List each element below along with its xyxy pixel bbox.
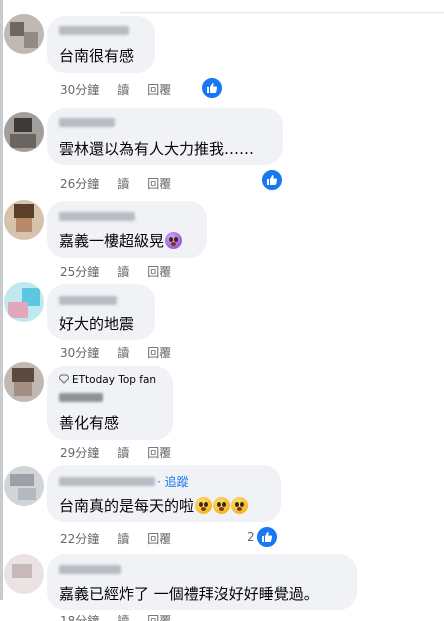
reply-action[interactable]: 回覆 [147, 263, 171, 280]
commenter-name[interactable] [59, 296, 117, 305]
emoji-icon [195, 497, 213, 514]
top-divider [120, 12, 444, 13]
comment-text: 嘉義已經炸了 一個禮拜沒好好睡覺過。 [59, 585, 319, 603]
comment-time[interactable]: 18分鐘 [60, 612, 99, 621]
emoji-icon [231, 497, 249, 514]
comment-text-content: 台南真的是每天的啦 [59, 497, 195, 515]
avatar[interactable] [4, 466, 44, 506]
reply-action[interactable]: 回覆 [147, 344, 171, 361]
like-action[interactable]: 讀 [117, 530, 129, 547]
comment-meta: 26分鐘 讀 回覆 [60, 175, 189, 192]
reply-action[interactable]: 回覆 [147, 81, 171, 98]
avatar[interactable] [4, 14, 44, 54]
like-action[interactable]: 讀 [117, 263, 129, 280]
comment-time[interactable]: 30分鐘 [60, 81, 99, 98]
comment-time[interactable]: 30分鐘 [60, 344, 99, 361]
comment-meta: 29分鐘 讀 回覆 [60, 444, 189, 461]
avatar[interactable] [4, 362, 44, 402]
comment-text: 嘉義一樓超級晃 [59, 230, 183, 251]
follow-link[interactable]: · 追蹤 [157, 473, 189, 490]
comment-bubble: ETtoday Top fan 善化有感 [47, 366, 173, 440]
avatar[interactable] [4, 282, 44, 322]
reply-action[interactable]: 回覆 [147, 175, 171, 192]
reply-action[interactable]: 回覆 [147, 530, 171, 547]
comment-time[interactable]: 26分鐘 [60, 175, 99, 192]
comment-bubble: 雲林還以為有人大力推我…… [47, 108, 283, 165]
emoji-icon [165, 232, 183, 249]
comment-meta: 30分鐘 讀 回覆 [60, 81, 189, 98]
comment-meta: 30分鐘 讀 回覆 [60, 344, 189, 361]
avatar[interactable] [4, 554, 44, 594]
comment-bubble: 台南很有感 [47, 16, 155, 73]
comment-meta: 18分鐘 讀 回覆 [60, 612, 189, 621]
comment-meta: 22分鐘 讀 回覆 [60, 530, 189, 547]
comment-feed: 台南很有感 30分鐘讀回覆 雲林還以為有人大力推我…… 26分鐘讀回覆 嘉義一樓… [0, 0, 444, 621]
reaction-count[interactable]: 2 [247, 530, 255, 544]
commenter-name[interactable] [59, 393, 103, 402]
diamond-icon [59, 374, 69, 384]
comment-text: 好大的地震 [59, 315, 135, 333]
thread-rule [0, 0, 3, 600]
like-action[interactable]: 讀 [117, 175, 129, 192]
comment-bubble: 好大的地震 [47, 284, 155, 340]
comment-text: 台南很有感 [59, 47, 135, 65]
comment-text-content: 嘉義一樓超級晃 [59, 232, 165, 250]
comment-bubble: 嘉義已經炸了 一個禮拜沒好好睡覺過。 [47, 554, 357, 610]
comment-time[interactable]: 22分鐘 [60, 530, 99, 547]
comment-bubble: 嘉義一樓超級晃 [47, 201, 207, 258]
like-reaction-icon[interactable] [200, 76, 224, 100]
comment-text: 善化有感 [59, 414, 120, 432]
commenter-name[interactable] [59, 565, 121, 574]
avatar[interactable] [4, 112, 44, 152]
comment-text: 台南真的是每天的啦 [59, 495, 249, 516]
commenter-name[interactable] [59, 118, 115, 127]
like-action[interactable]: 讀 [117, 81, 129, 98]
like-action[interactable]: 讀 [117, 612, 129, 621]
commenter-name[interactable] [59, 477, 155, 486]
like-reaction-icon[interactable] [260, 168, 284, 192]
comment-meta: 25分鐘 讀 回覆 [60, 263, 189, 280]
comment-bubble: · 追蹤 台南真的是每天的啦 [47, 465, 281, 522]
commenter-name[interactable] [59, 26, 129, 35]
badge-label: ETtoday Top fan [72, 374, 157, 386]
comment-time[interactable]: 29分鐘 [60, 444, 99, 461]
commenter-name[interactable] [59, 212, 135, 221]
emoji-icon [213, 497, 231, 514]
like-action[interactable]: 讀 [117, 444, 129, 461]
top-fan-badge: ETtoday Top fan [59, 374, 156, 386]
like-action[interactable]: 讀 [117, 344, 129, 361]
like-reaction-icon[interactable] [255, 525, 279, 549]
reply-action[interactable]: 回覆 [147, 612, 171, 621]
comment-time[interactable]: 25分鐘 [60, 263, 99, 280]
reply-action[interactable]: 回覆 [147, 444, 171, 461]
comment-text: 雲林還以為有人大力推我…… [59, 140, 255, 158]
avatar[interactable] [4, 200, 44, 240]
